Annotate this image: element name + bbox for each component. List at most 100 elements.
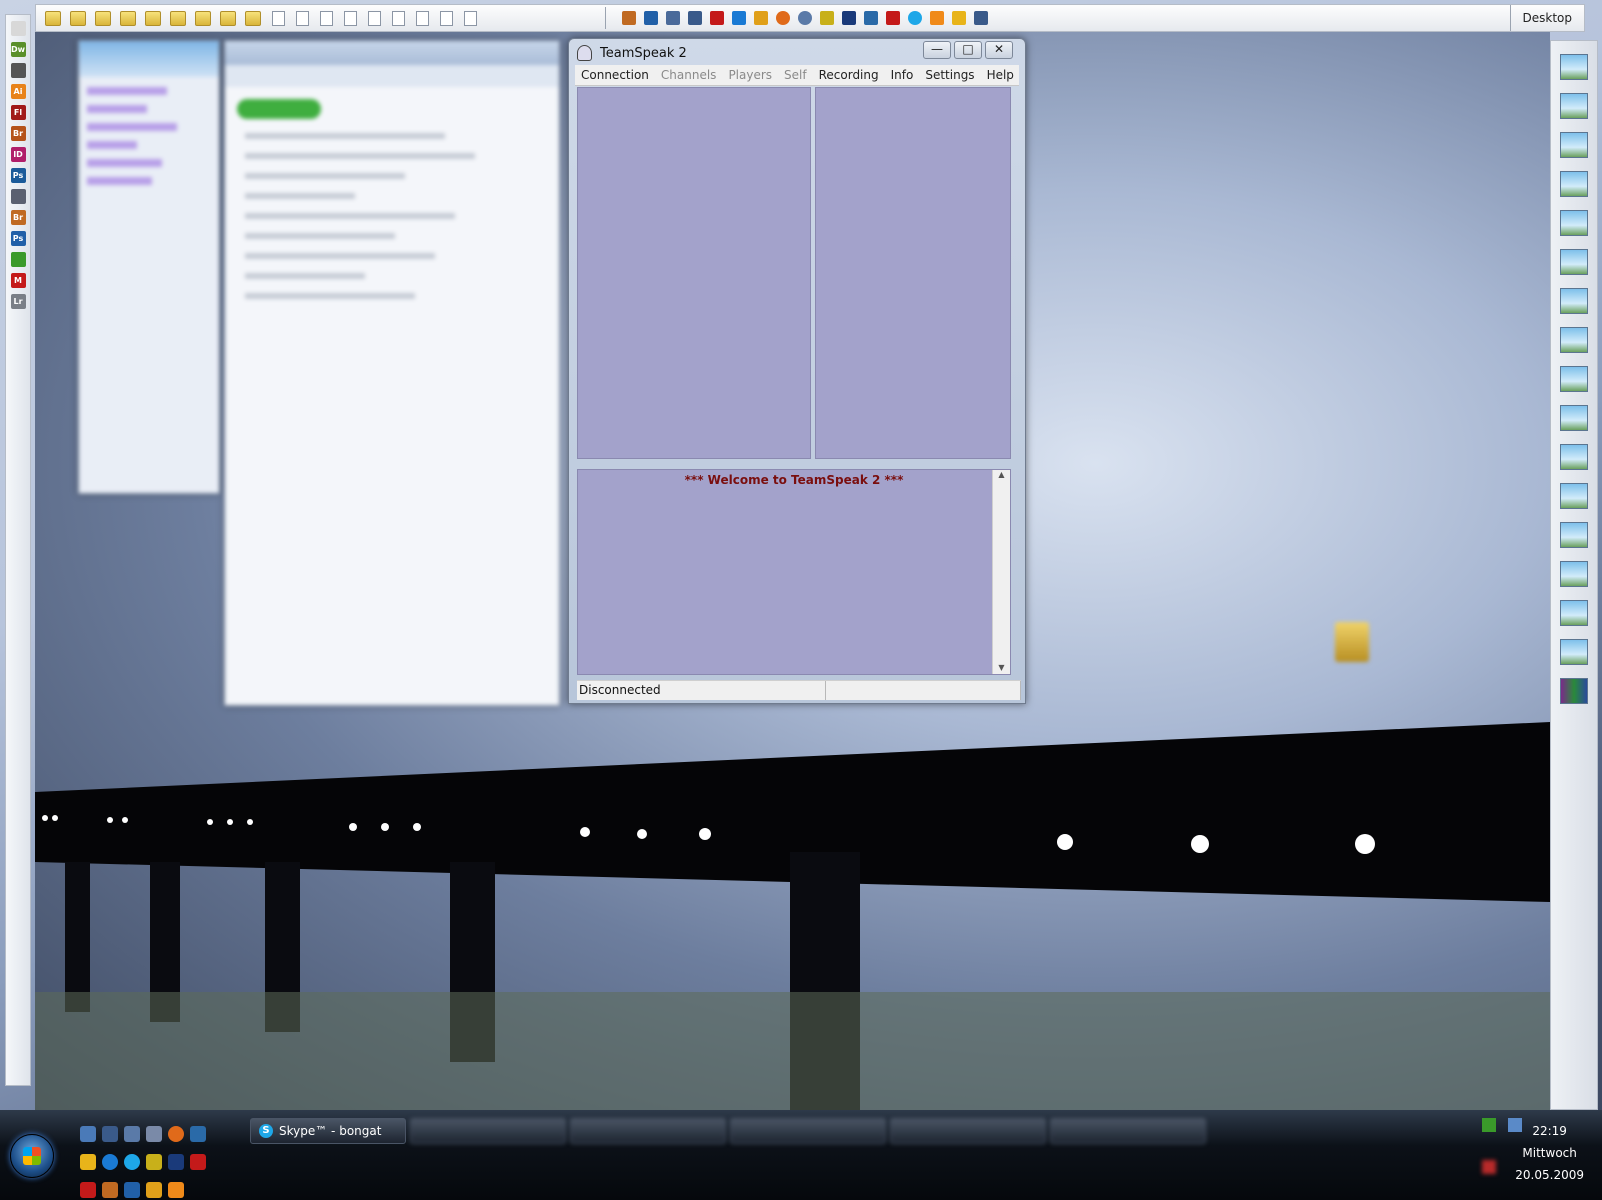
menu-connection[interactable]: Connection [575, 68, 655, 82]
close-button[interactable]: ✕ [985, 41, 1013, 59]
filezilla-icon[interactable] [190, 1154, 206, 1170]
taskbar-button[interactable] [570, 1118, 726, 1144]
teamspeak-icon[interactable] [10, 189, 26, 204]
taskbar-button[interactable] [410, 1118, 566, 1144]
taskbar-button[interactable] [1050, 1118, 1206, 1144]
document-icon[interactable] [368, 10, 381, 26]
network-tray-icon[interactable] [1482, 1118, 1496, 1132]
skype-icon[interactable] [908, 11, 922, 25]
document-icon[interactable] [392, 10, 405, 26]
photoshop-icon[interactable] [124, 1182, 140, 1198]
document-icon[interactable] [344, 10, 357, 26]
ftp-icon[interactable] [952, 11, 966, 25]
taskbar-skype-button[interactable]: S Skype™ - bongat [250, 1118, 406, 1144]
mcafee-icon[interactable] [886, 11, 900, 25]
acrobat-icon[interactable] [10, 21, 26, 36]
info-pane[interactable] [815, 87, 1011, 459]
folder-icon[interactable] [245, 10, 261, 26]
desktop-rar-icon[interactable] [1335, 622, 1369, 662]
image-file-icon[interactable] [1560, 210, 1588, 236]
folder-icon[interactable] [95, 10, 111, 26]
document-icon[interactable] [296, 10, 309, 26]
document-icon[interactable] [272, 10, 285, 26]
channel-tree-pane[interactable] [577, 87, 811, 459]
photoshop-icon[interactable] [644, 11, 658, 25]
image-file-icon[interactable] [1560, 600, 1588, 626]
scroll-down-icon[interactable]: ▼ [993, 663, 1010, 672]
illustrator-icon[interactable]: Ai [10, 84, 26, 99]
tray-icon-blurred[interactable] [1482, 1160, 1496, 1174]
folder-icon[interactable] [195, 10, 211, 26]
menu-help[interactable]: Help [981, 68, 1020, 82]
skype-icon[interactable] [124, 1154, 140, 1170]
firefox-icon[interactable] [776, 11, 790, 25]
taskbar-button[interactable] [730, 1118, 886, 1144]
mcafee-icon[interactable]: M [10, 273, 26, 288]
indesign-icon[interactable]: ID [10, 147, 26, 162]
menu-channels[interactable]: Channels [655, 68, 723, 82]
bridge-icon[interactable] [102, 1182, 118, 1198]
network-icon[interactable] [102, 1126, 118, 1142]
photoshop-icon[interactable]: Ps [10, 168, 26, 183]
image-file-icon[interactable] [1560, 132, 1588, 158]
ie-icon[interactable] [732, 11, 746, 25]
folder-icon[interactable] [70, 10, 86, 26]
image-file-icon[interactable] [1560, 405, 1588, 431]
start-button[interactable] [10, 1134, 54, 1178]
folder-icon[interactable] [170, 10, 186, 26]
image-file-icon[interactable] [1560, 522, 1588, 548]
lightroom-icon[interactable]: Lr [10, 294, 26, 309]
image-file-icon[interactable] [1560, 288, 1588, 314]
firefox-icon[interactable] [168, 1126, 184, 1142]
image-file-icon[interactable] [1560, 171, 1588, 197]
phone-icon[interactable] [168, 1154, 184, 1170]
clock[interactable]: 22:19 Mittwoch 20.05.2009 [1515, 1120, 1584, 1186]
window-titlebar[interactable]: TeamSpeak 2 [577, 41, 687, 65]
folder-icon[interactable] [120, 10, 136, 26]
image-file-icon[interactable] [1560, 93, 1588, 119]
minimize-button[interactable]: — [923, 41, 951, 59]
log-scrollbar[interactable]: ▲ ▼ [992, 470, 1010, 674]
image-file-icon[interactable] [1560, 366, 1588, 392]
bridge-icon[interactable]: Br [10, 126, 26, 141]
menu-settings[interactable]: Settings [919, 68, 980, 82]
image-file-icon[interactable] [1560, 54, 1588, 80]
bittorrent-icon[interactable] [146, 1154, 162, 1170]
monitor-icon[interactable] [688, 11, 702, 25]
winrar-icon[interactable] [1560, 678, 1588, 704]
document-icon[interactable] [320, 10, 333, 26]
filezilla-icon[interactable] [710, 11, 724, 25]
ie-icon[interactable] [102, 1154, 118, 1170]
remote-desktop-icon[interactable] [124, 1126, 140, 1142]
image-file-icon[interactable] [1560, 444, 1588, 470]
flash-icon[interactable]: Fl [10, 105, 26, 120]
folder-icon[interactable] [220, 10, 236, 26]
vlc-icon[interactable] [168, 1182, 184, 1198]
document-icon[interactable] [440, 10, 453, 26]
winamp-icon[interactable] [146, 1182, 162, 1198]
bridge-icon-2[interactable]: Br [10, 210, 26, 225]
ftp-icon[interactable] [80, 1154, 96, 1170]
chat-log[interactable]: *** Welcome to TeamSpeak 2 *** ▲ ▼ [577, 469, 1011, 675]
maximize-button[interactable]: □ [954, 41, 982, 59]
menu-recording[interactable]: Recording [813, 68, 885, 82]
thunderbird-icon[interactable] [798, 11, 812, 25]
show-desktop-icon[interactable] [80, 1126, 96, 1142]
vlc-icon[interactable] [930, 11, 944, 25]
document-icon[interactable] [416, 10, 429, 26]
image-file-icon[interactable] [1560, 639, 1588, 665]
folder-icon[interactable] [45, 10, 61, 26]
thunderbird-icon[interactable] [146, 1126, 162, 1142]
sync-icon[interactable] [864, 11, 878, 25]
desktop-toolbar-label[interactable]: Desktop [1509, 5, 1585, 31]
winamp-icon[interactable] [754, 11, 768, 25]
dreamweaver-icon[interactable]: Dw [10, 42, 26, 57]
document-icon[interactable] [464, 10, 477, 26]
taskbar-button[interactable] [890, 1118, 1046, 1144]
bittorrent-icon[interactable] [820, 11, 834, 25]
image-file-icon[interactable] [1560, 483, 1588, 509]
photoshop-icon-2[interactable]: Ps [10, 231, 26, 246]
media-icon[interactable] [10, 63, 26, 78]
menu-info[interactable]: Info [885, 68, 920, 82]
folder-icon[interactable] [145, 10, 161, 26]
